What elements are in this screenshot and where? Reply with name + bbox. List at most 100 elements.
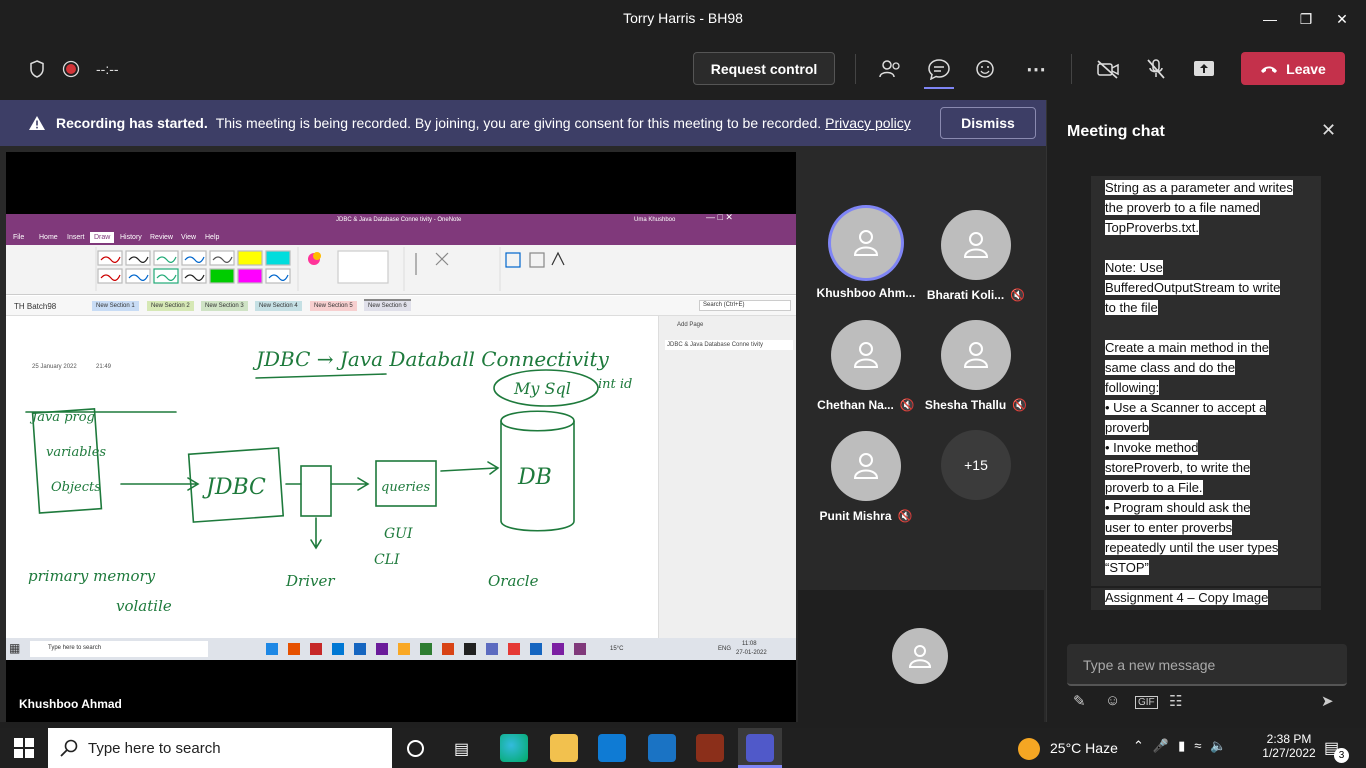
ink-text: Oracle	[488, 572, 539, 590]
section-tab[interactable]: New Section 5	[310, 301, 357, 311]
message-input[interactable]: Type a new message	[1067, 644, 1347, 686]
teams-taskbar-button[interactable]	[738, 728, 782, 768]
ink-text: GUI	[384, 526, 413, 542]
menu-review[interactable]: Review	[150, 234, 173, 241]
sticker-icon[interactable]: ☷	[1169, 692, 1182, 710]
clock[interactable]: 2:38 PM 1/27/2022	[1260, 732, 1318, 760]
chat-line: following:	[1105, 378, 1307, 398]
chat-icon[interactable]	[924, 56, 954, 82]
gif-icon[interactable]: GIF	[1135, 696, 1158, 709]
close-chat-icon[interactable]: ✕	[1321, 120, 1336, 141]
maximize-icon[interactable]: ❐	[1286, 4, 1326, 34]
chat-line: storeProverb, to write the	[1105, 458, 1307, 478]
participant-tile[interactable]: Khushboo Ahm...	[811, 208, 921, 300]
menu-draw[interactable]: Draw	[90, 232, 115, 243]
ink-text: variables	[46, 445, 106, 460]
page-list: Add Page JDBC & Java Database Conne tivi…	[658, 316, 796, 660]
system-tray-icon[interactable]: ⌃🎤▮≈🔈	[1133, 738, 1236, 754]
mail-icon[interactable]	[648, 734, 676, 762]
chat-line: • Invoke method	[1105, 438, 1307, 458]
onenote-titlebar: JDBC & Java Database Conne tivity - OneN…	[6, 214, 796, 231]
emoji-icon[interactable]: ☺	[1105, 692, 1120, 709]
person-icon	[853, 453, 879, 479]
notebook-name[interactable]: TH Batch98	[14, 302, 56, 311]
mic-off-icon[interactable]	[1142, 56, 1170, 82]
participant-tile[interactable]: Shesha Thallu 🔇	[921, 320, 1031, 412]
cortana-icon[interactable]	[407, 740, 424, 757]
ink-text: DB	[517, 465, 552, 490]
search-icon	[60, 739, 78, 757]
menu-home[interactable]: Home	[39, 234, 58, 241]
ink-text: volatile	[116, 597, 172, 615]
leave-button[interactable]: Leave	[1241, 52, 1345, 85]
section-tab[interactable]: New Section 3	[201, 301, 248, 311]
task-view-icon[interactable]: ▤	[454, 739, 469, 759]
chat-message-body: String as a parameter and writes the prov…	[1105, 176, 1307, 578]
leave-label: Leave	[1286, 60, 1326, 77]
send-icon[interactable]: ➤	[1321, 692, 1334, 710]
taskbar-search[interactable]: Type here to search	[48, 728, 392, 768]
shield-icon[interactable]	[26, 58, 48, 80]
meeting-chat-panel: Meeting chat ✕ String as a parameter and…	[1046, 100, 1366, 722]
avatar	[941, 210, 1011, 280]
file-explorer-icon[interactable]	[550, 734, 578, 762]
game-icon[interactable]	[696, 734, 724, 762]
notification-count: 3	[1334, 748, 1349, 763]
menu-insert[interactable]: Insert	[67, 234, 85, 241]
add-page-button[interactable]: Add Page	[677, 322, 703, 328]
close-icon[interactable]: ✕	[1322, 4, 1362, 34]
minimize-icon[interactable]: —	[1250, 4, 1290, 34]
share-screen-icon[interactable]	[1190, 56, 1218, 82]
chat-line: • Use a Scanner to accept a	[1105, 398, 1307, 418]
chat-title: Meeting chat	[1067, 123, 1165, 140]
menu-history[interactable]: History	[120, 234, 142, 241]
participant-tile[interactable]: Punit Mishra 🔇	[811, 431, 921, 523]
more-options-icon[interactable]: ⋯	[1022, 56, 1050, 82]
windows-start-icon[interactable]	[14, 738, 34, 763]
ink-text: Driver	[285, 572, 335, 590]
section-tab-active[interactable]: New Section 6	[364, 299, 411, 311]
section-tab[interactable]: New Section 4	[255, 301, 302, 311]
reactions-icon[interactable]	[972, 56, 1000, 82]
chat-line: proverb to a File.	[1105, 478, 1307, 498]
more-participants-tile[interactable]: +15	[921, 430, 1031, 500]
person-icon	[963, 232, 989, 258]
divider	[1071, 54, 1072, 84]
menu-view[interactable]: View	[181, 234, 196, 241]
section-tab[interactable]: New Section 1	[92, 301, 139, 311]
dismiss-button[interactable]: Dismiss	[940, 107, 1036, 139]
chat-line-text: • Invoke method	[1105, 440, 1199, 455]
chat-line: TopProverbs.txt.	[1105, 218, 1307, 238]
privacy-policy-link[interactable]: Privacy policy	[825, 115, 911, 131]
chat-line: “STOP”	[1105, 558, 1307, 578]
chat-line: to the file	[1105, 298, 1307, 318]
participant-tile[interactable]: Bharati Koli... 🔇	[921, 210, 1031, 302]
participant-tile[interactable]: Chethan Na... 🔇	[811, 320, 921, 412]
participants-icon[interactable]	[876, 56, 904, 82]
ink-text: int id	[598, 377, 632, 392]
ink-text: My Sql	[513, 379, 571, 398]
chat-blank-line	[1105, 318, 1307, 338]
chat-line-text: TopProverbs.txt.	[1105, 220, 1199, 235]
chat-line-text: • Program should ask the	[1105, 500, 1251, 515]
weather-icon	[1018, 738, 1040, 760]
menu-help[interactable]: Help	[205, 234, 219, 241]
recording-banner: Recording has started. This meeting is b…	[0, 100, 1046, 146]
menu-file[interactable]: File	[13, 234, 24, 241]
person-icon	[908, 645, 932, 668]
person-icon	[853, 342, 879, 368]
onenote-title: JDBC & Java Database Conne tivity - OneN…	[336, 217, 462, 223]
chat-line: Create a main method in the	[1105, 338, 1307, 358]
request-control-button[interactable]: Request control	[693, 52, 835, 85]
weather-label[interactable]: 25°C Haze	[1050, 740, 1118, 756]
camera-off-icon[interactable]	[1094, 56, 1122, 82]
page-entry[interactable]: JDBC & Java Database Conne tivity	[665, 340, 793, 350]
onenote-search[interactable]: Search (Ctrl+E)	[699, 300, 791, 311]
section-tab[interactable]: New Section 2	[147, 301, 194, 311]
chat-line-text: “STOP”	[1105, 560, 1149, 575]
edge-icon[interactable]	[500, 734, 528, 762]
format-icon[interactable]: ✎	[1073, 692, 1086, 710]
chat-line-text: proverb	[1105, 420, 1150, 435]
store-icon[interactable]	[598, 734, 626, 762]
chat-line: same class and do the	[1105, 358, 1307, 378]
